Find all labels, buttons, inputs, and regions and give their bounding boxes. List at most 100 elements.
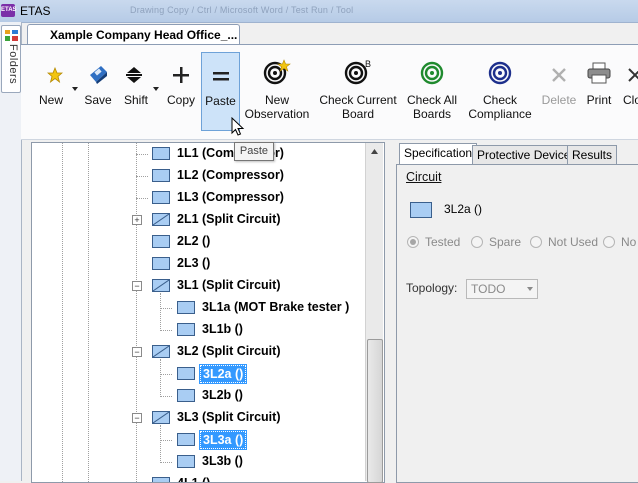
tree-node[interactable]: 3L1a (MOT Brake tester ): [32, 297, 372, 319]
tree-node-label: 3L2a (): [198, 364, 248, 384]
tested-radio[interactable]: [407, 236, 419, 248]
tree-node-label: 1L2 (Compressor): [177, 168, 284, 182]
tree-node[interactable]: − 3L3 (Split Circuit): [32, 407, 372, 429]
window-title: ETAS: [20, 4, 51, 18]
topology-value: TODO: [471, 282, 506, 296]
printer-icon: [587, 62, 611, 84]
scroll-up-arrow-icon[interactable]: [366, 143, 383, 160]
collapse-minus-icon[interactable]: −: [132, 413, 142, 423]
app-logo-icon: ETAS: [1, 4, 17, 17]
copy-button-label: Copy: [166, 93, 195, 107]
circuit-node-icon: [177, 367, 195, 380]
title-bar: ETAS ETAS Drawing Copy / Ctrl / Microsof…: [0, 0, 638, 23]
split-circuit-icon: [152, 411, 170, 424]
folders-label: Folders: [7, 44, 19, 85]
circuit-node-icon: [177, 301, 195, 314]
check-all-boards-button[interactable]: Check All Boards: [402, 45, 462, 129]
circuit-node-icon: [152, 169, 170, 182]
tree-node-label: 3L3b (): [202, 454, 243, 468]
tree-node-selected[interactable]: 3L3a (): [32, 429, 372, 451]
shift-arrows-icon: [126, 67, 142, 83]
tree-node[interactable]: + 2L1 (Split Circuit): [32, 209, 372, 231]
background-window-title: Drawing Copy / Ctrl / Microsoft Word / T…: [130, 5, 354, 15]
tree-node[interactable]: 2L2 (): [32, 231, 372, 253]
topology-label: Topology:: [406, 281, 458, 295]
circuit-node-icon: [177, 455, 195, 468]
delete-button[interactable]: Delete: [540, 45, 578, 129]
tree-scrollbar[interactable]: [365, 143, 383, 483]
tree-node-label: 2L3 (): [177, 256, 211, 270]
tab-protective-device[interactable]: Protective Device: [472, 145, 576, 165]
paste-tooltip: Paste: [234, 142, 274, 161]
tree-node-label: 1L3 (Compressor): [177, 190, 284, 204]
document-tab[interactable]: Xample Company Head Office_...: [27, 24, 240, 45]
circuit-node-icon: [177, 323, 195, 336]
close-button[interactable]: Clo: [621, 45, 638, 129]
circuit-node-icon: [152, 191, 170, 204]
new-dropdown-icon[interactable]: [72, 87, 78, 91]
spare-label: Spare: [489, 235, 522, 249]
tree-node[interactable]: 4L1 (): [32, 473, 372, 483]
tree-node[interactable]: 1L3 (Compressor): [32, 187, 372, 209]
not-used-radio[interactable]: [530, 236, 542, 248]
shift-button[interactable]: Shift: [119, 45, 159, 129]
tree-node[interactable]: − 3L1 (Split Circuit): [32, 275, 372, 297]
collapse-minus-icon[interactable]: −: [132, 281, 142, 291]
split-circuit-icon: [152, 345, 170, 358]
tree-node[interactable]: 1L1 (Compressor): [32, 143, 372, 165]
new-observation-button[interactable]: New Observation: [241, 45, 313, 129]
tree-node-label: 3L1a (MOT Brake tester ): [202, 300, 350, 314]
circuit-tree: 1L1 (Compressor) 1L2 (Compressor) 1L3 (C…: [31, 142, 385, 483]
tree-node-label: 2L1 (Split Circuit): [177, 212, 281, 226]
check-compliance-label: Check Compliance: [468, 93, 532, 121]
tree-node[interactable]: 3L2b (): [32, 385, 372, 407]
check-all-boards-label: Check All Boards: [406, 93, 458, 121]
circuit-name: 3L2a (): [444, 202, 483, 216]
tree-node[interactable]: 3L3b (): [32, 451, 372, 473]
folders-tab[interactable]: Folders: [1, 25, 21, 93]
print-button[interactable]: Print: [581, 45, 617, 129]
tab-results[interactable]: Results: [567, 145, 618, 165]
other-status-radio[interactable]: [603, 236, 615, 248]
circuit-node-icon: [152, 147, 170, 160]
copy-button[interactable]: Copy: [163, 45, 199, 129]
tree-node[interactable]: 3L1b (): [32, 319, 372, 341]
shift-button-label: Shift: [123, 93, 148, 107]
tree-node-label: 2L2 (): [177, 234, 211, 248]
circuit-node-icon: [152, 477, 170, 482]
topology-select[interactable]: TODO: [466, 279, 538, 299]
spare-radio[interactable]: [471, 236, 483, 248]
ribbon-toolbar: New Save Shift Copy Paste New Observatio…: [21, 44, 638, 140]
equals-icon: [212, 72, 229, 81]
delete-x-icon: [552, 68, 566, 82]
circuit-icon: [410, 202, 432, 218]
save-button-label: Save: [84, 93, 112, 107]
svg-text:B: B: [365, 59, 371, 69]
not-used-label: Not Used: [548, 235, 599, 249]
check-compliance-button[interactable]: Check Compliance: [465, 45, 535, 129]
tree-node[interactable]: − 3L2 (Split Circuit): [32, 341, 372, 363]
tree-node-label: 4L1 (): [177, 476, 211, 483]
plus-icon: [173, 67, 189, 83]
split-circuit-icon: [152, 279, 170, 292]
new-button-label: New: [38, 93, 63, 107]
shift-dropdown-icon[interactable]: [153, 87, 159, 91]
tree-node-label: 3L1 (Split Circuit): [177, 278, 281, 292]
tree-node[interactable]: 2L3 (): [32, 253, 372, 275]
tree-node-label: 3L2b (): [202, 388, 243, 402]
check-current-board-button[interactable]: B Check Current Board: [317, 45, 399, 129]
check-current-board-label: Check Current Board: [319, 93, 397, 121]
new-button[interactable]: New: [36, 45, 78, 129]
circuit-node-icon: [177, 433, 195, 446]
tree-node-selected[interactable]: 3L2a (): [32, 363, 372, 385]
expand-plus-icon[interactable]: +: [132, 215, 142, 225]
chevron-down-icon: [527, 287, 533, 291]
save-button[interactable]: Save: [81, 45, 115, 129]
tab-specification[interactable]: Specification: [399, 143, 478, 165]
tree-node[interactable]: 1L2 (Compressor): [32, 165, 372, 187]
scrollbar-thumb[interactable]: [367, 339, 383, 483]
specification-content: Circuit 3L2a () Tested Spare Not Used No…: [396, 164, 638, 483]
save-icon: [90, 66, 107, 84]
collapse-minus-icon[interactable]: −: [132, 347, 142, 357]
new-observation-label: New Observation: [244, 93, 310, 121]
